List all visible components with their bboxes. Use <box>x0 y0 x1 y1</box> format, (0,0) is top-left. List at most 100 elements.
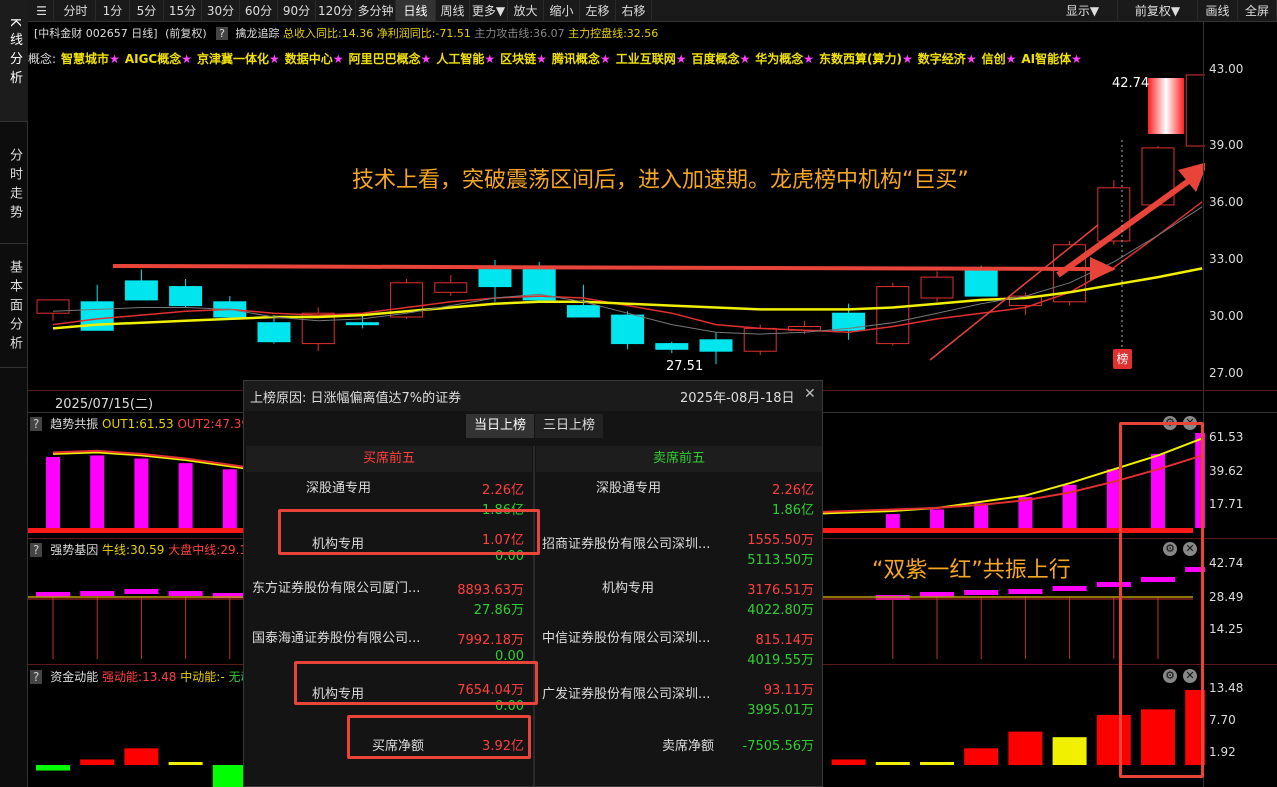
star-icon: ★ <box>902 52 913 66</box>
popup-title: 上榜原因: 日涨幅偏离值达7%的证券 <box>250 391 462 406</box>
sell-seat-name: 广发证券股份有限公司深圳... <box>542 687 711 702</box>
concept-prefix: 概念: <box>28 52 57 66</box>
period-button[interactable]: 5分 <box>130 0 164 22</box>
profit-yoy: 净利润同比:-71.51 <box>376 27 471 40</box>
attack-line-value: 主力攻击线:36.07 <box>474 27 565 40</box>
price-tick: 36.00 <box>1209 195 1244 209</box>
buy-seat-name: 深股通专用 <box>306 481 372 496</box>
longhubang-badge[interactable]: 榜 <box>1113 349 1132 369</box>
sell-seat-name: 招商证券股份有限公司深圳... <box>542 537 711 552</box>
draw-button[interactable]: 画线 <box>1198 0 1238 22</box>
highlight-box <box>278 509 540 555</box>
low-price-label: 27.51 <box>666 359 704 374</box>
star-icon: ★ <box>420 52 432 66</box>
concept-tag[interactable]: 人工智能 <box>436 52 484 66</box>
concept-tag[interactable]: 京津冀一体化 <box>197 52 269 66</box>
indicator-tick: 13.48 <box>1209 681 1244 695</box>
display-menu-button[interactable]: 显示▼ <box>1048 0 1118 22</box>
popup-date: 2025年-08月-18日 <box>680 391 795 406</box>
period-button[interactable]: 更多▼ <box>470 0 508 22</box>
menu-icon[interactable]: ☰ <box>30 0 54 22</box>
momentum-bar <box>964 748 999 765</box>
resonance-bar <box>134 458 149 528</box>
candle-body <box>964 269 998 297</box>
candle-body <box>478 267 512 288</box>
concept-tag[interactable]: 阿里巴巴概念 <box>349 52 421 66</box>
tab-label: 基本面分析 <box>7 260 22 355</box>
momentum-bar <box>124 748 159 765</box>
adjust-menu-button[interactable]: 前复权▼ <box>1118 0 1198 22</box>
resonance-bar <box>46 456 60 528</box>
gene-bar <box>168 591 203 596</box>
buy-seat-buy: 2.26亿 <box>482 483 524 498</box>
resonance-bar <box>222 469 237 528</box>
column-divider <box>533 446 535 786</box>
candle-body <box>345 322 379 326</box>
concept-tag[interactable]: AIGC概念 <box>125 52 181 66</box>
period-button[interactable]: 放大 <box>508 0 544 22</box>
concept-tag[interactable]: 信创 <box>982 52 1006 66</box>
sell-seat-sell: 3995.01万 <box>747 703 814 718</box>
tab-three-day[interactable]: 三日上榜 <box>535 414 603 438</box>
momentum-bar <box>1052 737 1087 765</box>
period-button[interactable]: 30分 <box>202 0 240 22</box>
star-icon: ★ <box>803 52 815 66</box>
price-tick: 27.00 <box>1209 366 1244 380</box>
concept-tag[interactable]: 数据中心 <box>285 52 333 66</box>
concept-tags: 概念: 智慧城市★ AIGC概念★ 京津冀一体化★ 数据中心★ 阿里巴巴概念★ 人工智能★ 区… <box>28 48 1203 70</box>
star-icon: ★ <box>181 52 193 66</box>
period-button[interactable]: 分时 <box>56 0 96 22</box>
resonance-bar <box>885 514 900 528</box>
period-button[interactable]: 周线 <box>436 0 470 22</box>
tab-kline-analysis[interactable]: K线分析 <box>0 0 28 122</box>
resonance-bar <box>90 455 105 528</box>
tab-label: K线分析 <box>7 18 22 90</box>
revenue-yoy: 总收入同比:14.36 <box>283 27 374 40</box>
star-icon: ★ <box>332 52 344 66</box>
tab-today[interactable]: 当日上榜 <box>466 414 534 438</box>
concept-tag[interactable]: 智慧城市 <box>61 52 109 66</box>
period-button[interactable]: 1分 <box>96 0 130 22</box>
buy-seat-sell: 27.86万 <box>473 603 524 618</box>
help-icon[interactable]: ? <box>216 27 229 40</box>
concept-tag[interactable]: 工业互联网 <box>616 52 676 66</box>
concept-tag[interactable]: 东数西算(算力) <box>819 52 902 66</box>
momentum-bar <box>831 759 866 765</box>
tab-fundamentals[interactable]: 基本面分析 <box>0 244 28 368</box>
gene-bar <box>80 591 115 596</box>
buy-seat-buy: 8893.63万 <box>457 583 524 598</box>
close-icon[interactable]: ✕ <box>804 386 816 402</box>
candle-body <box>169 286 203 307</box>
concept-tag[interactable]: 区块链 <box>500 52 536 66</box>
period-button[interactable]: 15分 <box>164 0 202 22</box>
concept-tag[interactable]: AI智能体 <box>1021 52 1071 66</box>
period-button[interactable]: 90分 <box>278 0 316 22</box>
indicator-tick: 17.71 <box>1209 497 1244 511</box>
highlight-candle <box>1148 78 1184 134</box>
candle-body <box>611 314 645 345</box>
star-icon: ★ <box>109 52 120 66</box>
control-line-value: 主力控盘线:32.56 <box>568 27 659 40</box>
indicator-name: 擒龙追踪 <box>235 27 280 40</box>
concept-tag[interactable]: 数字经济 <box>918 52 966 66</box>
concept-tag[interactable]: 华为概念 <box>755 52 803 66</box>
sell-seat-sell: 4019.55万 <box>747 653 814 668</box>
period-button[interactable]: 左移 <box>580 0 616 22</box>
tab-intraday[interactable]: 分时走势 <box>0 122 28 244</box>
concept-tag[interactable]: 腾讯概念 <box>552 52 600 66</box>
kline-chart[interactable] <box>28 70 1205 390</box>
sell-seat-name: 机构专用 <box>602 581 655 596</box>
indicator-tick: 7.70 <box>1209 713 1236 727</box>
period-button[interactable]: 120分 <box>316 0 356 22</box>
concept-tag[interactable]: 百度概念 <box>691 52 739 66</box>
candle-body <box>434 282 468 293</box>
period-button[interactable]: 日线 <box>396 0 436 22</box>
sell-header: 卖席前五 <box>536 446 822 472</box>
period-button[interactable]: 60分 <box>240 0 278 22</box>
period-button[interactable]: 缩小 <box>544 0 580 22</box>
highlight-box <box>347 715 531 759</box>
period-button[interactable]: 多分钟 <box>356 0 396 22</box>
fullscreen-button[interactable]: 全屏 <box>1238 0 1277 22</box>
period-button[interactable]: 右移 <box>616 0 652 22</box>
momentum-bar <box>168 762 203 765</box>
